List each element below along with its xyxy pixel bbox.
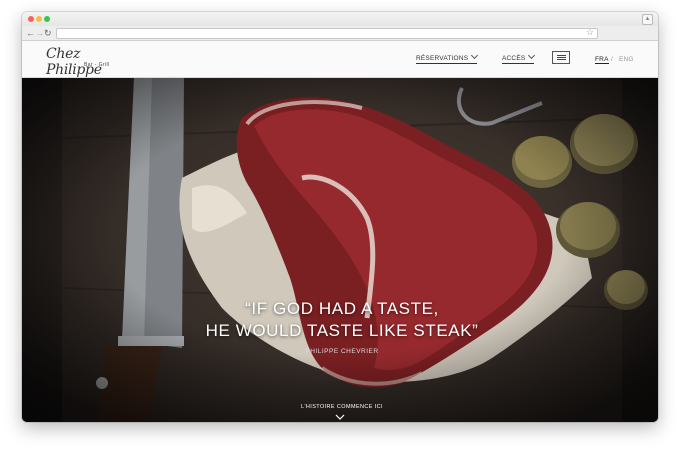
reload-icon[interactable]: ↻ bbox=[44, 27, 52, 39]
back-arrow-icon[interactable]: ← bbox=[26, 27, 35, 39]
maximize-window-button[interactable] bbox=[44, 16, 50, 22]
profile-icon[interactable]: ▲ bbox=[642, 14, 653, 25]
title-bar: ▲ bbox=[22, 12, 658, 26]
story-link[interactable]: L'HISTOIRE COMMENCE ICI bbox=[242, 404, 442, 410]
minimize-window-button[interactable] bbox=[36, 16, 42, 22]
language-eng[interactable]: ENG bbox=[619, 56, 634, 63]
menu-acces[interactable]: ACCÈS bbox=[502, 51, 536, 64]
language-fra[interactable]: FRA bbox=[595, 56, 609, 64]
close-window-button[interactable] bbox=[28, 16, 34, 22]
hero-section: “IF GOD HAD A TASTE, HE WOULD TASTE LIKE… bbox=[22, 78, 658, 422]
bookmark-star-icon[interactable]: ☆ bbox=[586, 27, 594, 38]
chevron-down-icon bbox=[471, 51, 479, 60]
language-separator: / bbox=[611, 56, 614, 63]
browser-window: ▲ ← → ↻ ☆ Chez Philippe Bar - Grill RÉSE… bbox=[22, 12, 658, 422]
browser-toolbar: ← → ↻ ☆ bbox=[22, 26, 658, 41]
forward-arrow-icon[interactable]: → bbox=[35, 27, 44, 39]
address-bar[interactable]: ☆ bbox=[56, 27, 598, 39]
menu-reservations-label: RÉSERVATIONS bbox=[416, 55, 469, 62]
quote-author: PHILIPPE CHEVRIER bbox=[305, 348, 379, 355]
hero-quote-line-2: HE WOULD TASTE LIKE STEAK” bbox=[205, 321, 479, 340]
menu-acces-label: ACCÈS bbox=[502, 55, 526, 62]
site-logo[interactable]: Chez Philippe Bar - Grill bbox=[46, 43, 136, 78]
chevron-down-icon bbox=[528, 51, 536, 60]
site-header: Chez Philippe Bar - Grill RÉSERVATIONS A… bbox=[22, 41, 658, 78]
steak-photo bbox=[22, 78, 658, 422]
menu-reservations[interactable]: RÉSERVATIONS bbox=[416, 51, 479, 64]
hamburger-menu-icon[interactable] bbox=[552, 51, 570, 64]
hero-quote-line-1: “IF GOD HAD A TASTE, bbox=[245, 299, 439, 318]
scroll-down-chevron-icon[interactable] bbox=[335, 412, 345, 422]
logo-subtitle: Bar - Grill bbox=[84, 62, 110, 68]
